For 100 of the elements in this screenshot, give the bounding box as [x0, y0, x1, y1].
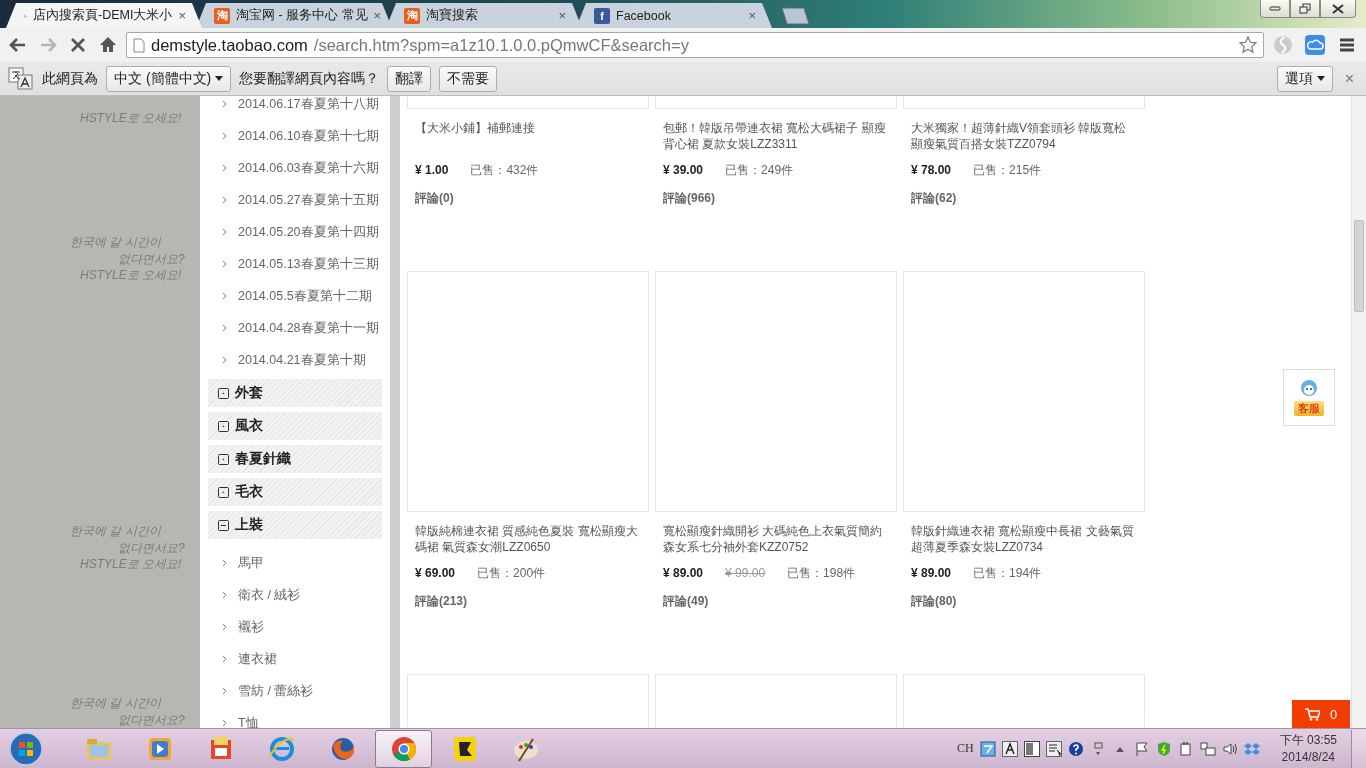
restore-icon [1299, 3, 1311, 14]
expand-icon[interactable] [218, 387, 229, 399]
translate-bar-button[interactable]: 不需要 [439, 65, 498, 92]
category-header[interactable]: 外套 [208, 379, 382, 407]
product-title[interactable]: 寬松顯瘦針織開衫 大碼純色上衣氣質簡約森女系七分袖外套KZZ0752 [663, 523, 889, 555]
sidebar-link[interactable]: 2014.06.03春夏第十六期 [238, 159, 379, 177]
sold-count: 已售：200件 [477, 564, 546, 582]
browser-tab[interactable]: f Facebook × [576, 3, 772, 28]
sidebar-link[interactable]: 2014.05.20春夏第十四期 [238, 223, 379, 241]
chevron-icon [222, 292, 228, 300]
tab-close-button[interactable]: × [373, 8, 382, 23]
background-slogan-text: HSTYLE로 오세요! [80, 110, 182, 127]
browser-e-icon [268, 736, 295, 761]
network-icon[interactable] [1199, 740, 1216, 757]
sidebar-link[interactable]: 襯衫 [238, 618, 264, 636]
sold-count: 已售：249件 [725, 161, 794, 179]
expand-icon[interactable] [218, 420, 229, 432]
chevron-icon [222, 132, 228, 140]
review-count[interactable]: 評論(49) [663, 593, 889, 610]
site-icon: 淘 [404, 7, 420, 24]
sidebar-link[interactable]: 2014.06.10春夏第十七期 [238, 127, 379, 145]
tab-close-button[interactable]: × [748, 8, 756, 23]
font-icon[interactable] [1001, 740, 1018, 757]
half-width-icon[interactable] [1023, 740, 1040, 757]
cart-button[interactable]: 0 [1292, 700, 1350, 728]
product-title[interactable]: 【大米小鋪】補郵連接 [415, 120, 641, 152]
caret-icon [1316, 76, 1325, 81]
sidebar-link[interactable]: 雪紡 / 蕾絲衫 [238, 682, 314, 700]
translate-bar-button[interactable]: 翻譯 [387, 65, 432, 92]
background-slogan-text: 없다면서요? [118, 250, 185, 267]
review-count[interactable]: 評論(80) [911, 593, 1137, 610]
expand-icon[interactable] [218, 486, 229, 498]
soft-keyboard-icon[interactable] [1045, 740, 1062, 757]
chevron-icon [222, 559, 228, 567]
product-price: ¥ 89.00 [911, 566, 952, 580]
product-title[interactable]: 韓版針織連衣裙 寬松顯瘦中長裙 文藝氣質超薄夏季森女裝LZZ0734 [911, 523, 1137, 555]
browser-tab[interactable]: 店內搜索頁-DEMI大米小 × [6, 3, 202, 28]
product-title[interactable]: 韓版純棉連衣裙 質感純色夏裝 寬松顯瘦大碼裙 氣質森女潮LZZ0650 [415, 523, 641, 555]
cart-icon [1304, 707, 1320, 721]
chevron-icon [222, 228, 228, 236]
sidebar-link[interactable]: 2014.06.17春夏第十八期 [238, 96, 379, 113]
cloud-icon[interactable] [1302, 32, 1328, 58]
speaker-icon[interactable] [1221, 740, 1238, 757]
options-dropdown[interactable]: 選項 [1276, 65, 1333, 92]
sidebar-link[interactable]: 2014.05.5春夏第十二期 [238, 287, 372, 305]
scrollbar[interactable] [1351, 96, 1366, 728]
chevron-icon [222, 100, 228, 108]
address-bar[interactable]: demstyle.taobao.com /search.htm?spm=a1z10.1.0.0.pQmwCF&search=y [126, 32, 1264, 58]
help-icon[interactable] [1067, 740, 1084, 757]
close-button[interactable] [1320, 0, 1356, 18]
sidebar-link[interactable]: 2014.05.27春夏第十五期 [238, 191, 379, 209]
chevron-icon [222, 591, 228, 599]
sold-count: 已售：432件 [470, 161, 539, 179]
close-icon [1332, 3, 1344, 14]
power-plug-icon[interactable] [1177, 740, 1194, 757]
review-count[interactable]: 評論(966) [663, 190, 889, 207]
sold-count: 已售：198件 [787, 564, 856, 582]
sidebar-link[interactable]: 2014.05.13春夏第十三期 [238, 255, 379, 273]
chevron-icon [222, 260, 228, 268]
review-count[interactable]: 評論(213) [415, 593, 641, 610]
chevron-icon [222, 623, 228, 631]
input-language-indicator[interactable]: CH [956, 741, 974, 756]
category-header[interactable]: 風衣 [208, 412, 382, 440]
flag-icon[interactable] [1133, 740, 1150, 757]
dropbox-icon[interactable] [1243, 740, 1260, 757]
category-header[interactable]: 春夏針織 [208, 445, 382, 473]
site-icon: 淘 [214, 7, 230, 24]
sidebar-link[interactable]: 馬甲 [238, 554, 264, 572]
caret-icon [215, 76, 224, 81]
category-header[interactable]: 毛衣 [208, 478, 382, 506]
collapse-icon[interactable] [218, 519, 229, 531]
sidebar-link[interactable]: 2014.04.28春夏第十一期 [238, 319, 379, 337]
chevron-icon [222, 687, 228, 695]
background-slogan-text: HSTYLE로 오세요! [80, 267, 182, 284]
customer-service-widget[interactable]: 客服 [1283, 369, 1335, 426]
show-desktop-button[interactable] [1351, 729, 1366, 768]
bookmark-star-icon[interactable] [1239, 36, 1257, 54]
restore-button[interactable] [1290, 0, 1320, 18]
close-translate-bar-button[interactable]: × [1340, 69, 1358, 88]
original-price: ¥ 99.00 [725, 566, 766, 580]
chevron-icon [222, 164, 228, 172]
sidebar-link[interactable]: T恤 [238, 714, 259, 728]
background-slogan-text: HSTYLE로 오세요! [80, 556, 182, 573]
sidebar-link[interactable]: 衛衣 / 絨衫 [238, 586, 301, 604]
sidebar-link[interactable]: 連衣裙 [238, 650, 277, 668]
tab-close-button[interactable]: × [178, 8, 186, 23]
tab-close-button[interactable]: × [558, 8, 566, 23]
sidebar-link[interactable]: 2014.04.21春夏第十期 [238, 351, 366, 369]
minimize-button[interactable] [1260, 0, 1290, 18]
review-count[interactable]: 評論(0) [415, 190, 641, 207]
taskbar-clock[interactable]: 下午 03:55 2014/8/24 [1279, 731, 1337, 766]
shield-icon[interactable] [1155, 740, 1172, 757]
review-count[interactable]: 評論(62) [911, 190, 1137, 207]
ime-tool-icon[interactable] [979, 740, 996, 757]
chevron-icon [222, 196, 228, 204]
product-title[interactable]: 包郵！韓版吊帶連衣裙 寬松大碼裙子 顯瘦背心裙 夏款女裝LZZ3311 [663, 120, 889, 152]
expand-icon[interactable] [218, 453, 229, 465]
product-title[interactable]: 大米獨家！超薄針織V領套頭衫 韓版寬松顯瘦氣質百搭女裝TZZ0794 [911, 120, 1137, 152]
category-header[interactable]: 上裝 [208, 511, 382, 539]
language-dropdown[interactable]: 中文 (簡體中文) [106, 65, 232, 92]
